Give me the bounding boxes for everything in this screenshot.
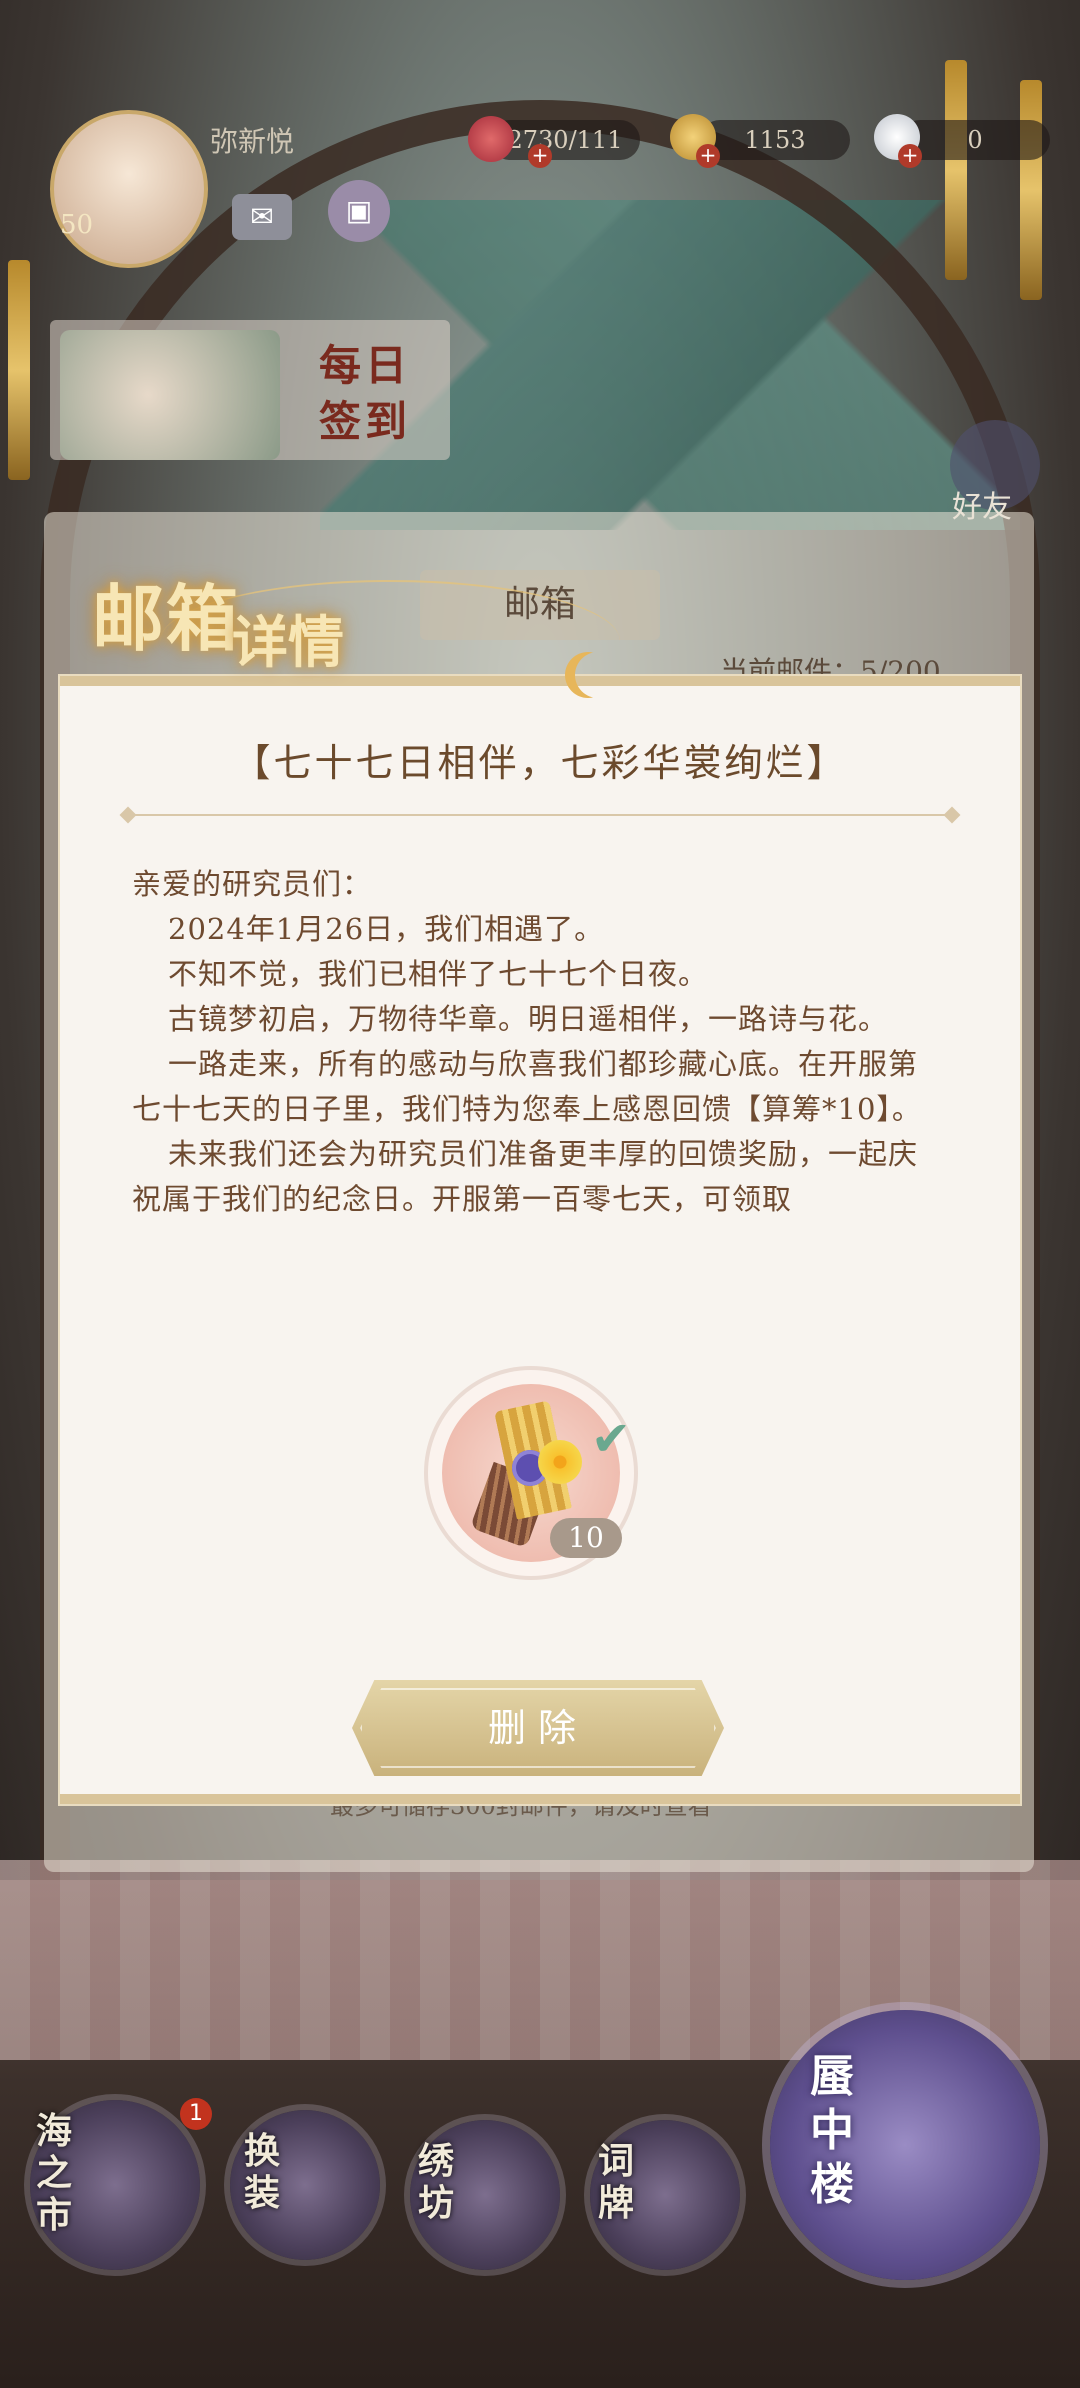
notification-badge: 1 [180, 2098, 212, 2130]
nav-sea-market-label: 海之市 [36, 2110, 73, 2236]
add-stamina-button[interactable]: + [528, 144, 552, 168]
dialog-title-main: 邮箱 [92, 576, 241, 661]
nav-dress-up-label: 换装 [244, 2130, 281, 2214]
player-level: 50 [60, 210, 94, 240]
tassel-decoration [1020, 80, 1042, 300]
dialog-title-sub: 详情 [232, 610, 344, 676]
reward-quantity: 10 [550, 1518, 622, 1558]
mail-paragraph: 未来我们还会为研究员们准备更丰厚的回馈奖励，一起庆祝属于我们的纪念日。开服第一百… [132, 1137, 919, 1216]
stamina-value: 2730/111 [507, 126, 623, 154]
flower-icon [538, 1440, 582, 1484]
divider [128, 814, 952, 816]
player-name: 弥新悦 [210, 125, 295, 158]
mail-subject: 【七十七日相伴，七彩华裳绚烂】 [232, 741, 848, 785]
nav-embroidery-label: 绣坊 [418, 2140, 455, 2224]
tassel-decoration [8, 260, 30, 480]
delete-button[interactable]: 删除 [352, 1680, 724, 1776]
tassel-decoration [945, 60, 967, 280]
mail-greeting: 亲爱的研究员们： [132, 867, 373, 901]
gold-value: 1153 [744, 126, 806, 154]
mail-body-scroll[interactable]: 亲爱的研究员们： 2024年1月26日，我们相遇了。 不知不觉，我们已相伴了七十… [132, 862, 932, 1274]
checkin-character-portrait [60, 330, 280, 460]
pearl-value: 0 [967, 126, 983, 154]
heart-icon [468, 116, 514, 162]
nav-word-cards-label: 词牌 [598, 2140, 635, 2224]
daily-checkin-label: 每日签到 [318, 341, 411, 446]
nav-mirage-label: 蜃中楼 [810, 2051, 854, 2210]
mail-paragraph: 一路走来，所有的感动与欣喜我们都珍藏心底。在开服第七十七天的日子里，我们特为您奉… [132, 1047, 922, 1126]
add-gold-button[interactable]: + [696, 144, 720, 168]
player-avatar[interactable] [50, 110, 208, 268]
claimed-check-icon: ✔ [590, 1411, 632, 1467]
mail-paragraph: 2024年1月26日，我们相遇了。 [168, 912, 605, 946]
mail-paragraph: 不知不觉，我们已相伴了七十七个日夜。 [168, 957, 709, 991]
crescent-moon-icon [575, 652, 621, 698]
mail-icon[interactable]: ✉ [232, 194, 292, 240]
gold-counter: 1153 [700, 120, 850, 160]
add-pearl-button[interactable]: + [898, 144, 922, 168]
gift-box-icon[interactable]: ▣ [328, 180, 390, 242]
pearl-counter: 0 [900, 120, 1050, 160]
mail-paragraph: 古镜梦初启，万物待华章。明日遥相伴，一路诗与花。 [168, 1002, 889, 1036]
